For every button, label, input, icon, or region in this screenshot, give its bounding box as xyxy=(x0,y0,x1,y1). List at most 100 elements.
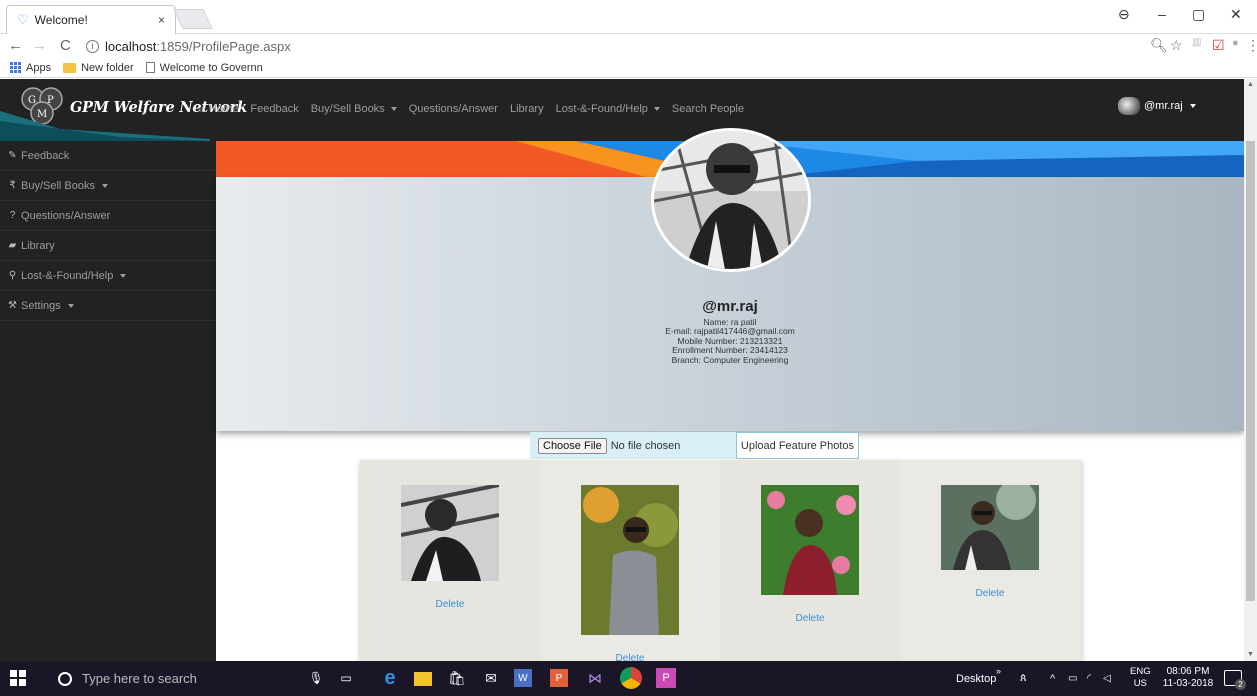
sidebar-item-feedback[interactable]: ✎ Feedback xyxy=(0,141,216,171)
back-icon[interactable]: ← xyxy=(8,37,23,54)
page-scrollbar[interactable]: ▲ ▼ xyxy=(1244,79,1257,661)
gallery-photo xyxy=(581,485,679,635)
nav-library[interactable]: Library xyxy=(510,103,544,115)
maximize-icon[interactable]: ▢ xyxy=(1192,6,1205,23)
address-bar-row: ← → C i localhost:1859/ProfilePage.aspx xyxy=(0,34,1257,58)
chrome-icon[interactable] xyxy=(620,667,642,689)
extension-icon[interactable]: ▥ xyxy=(1192,37,1201,48)
gallery-photo xyxy=(761,485,859,595)
question-icon: ? xyxy=(9,210,16,221)
caret-down-icon xyxy=(101,183,108,188)
heart-favicon-icon: ♡ xyxy=(17,12,29,27)
info-icon[interactable]: i xyxy=(86,39,99,53)
profile-photo xyxy=(654,131,808,269)
upload-feature-photos-button[interactable]: Upload Feature Photos xyxy=(736,432,859,459)
nav-questions-answer[interactable]: Questions/Answer xyxy=(409,103,498,115)
user-avatar xyxy=(1118,97,1140,115)
bookmark-new-folder[interactable]: New folder xyxy=(63,62,134,74)
sidebar: ✎ Feedback ₹ Buy/Sell Books ? Questions/Ans… xyxy=(0,141,216,661)
caret-down-icon xyxy=(653,107,660,111)
gallery-item: Delete xyxy=(540,460,720,664)
nav-buy-sell-books[interactable]: Buy/Sell Books xyxy=(311,103,397,115)
clock[interactable]: 08:06 PM 11-03-2018 xyxy=(1160,666,1216,690)
close-window-icon[interactable]: ✕ xyxy=(1230,6,1242,23)
new-tab-button[interactable] xyxy=(173,9,213,29)
task-view-icon[interactable]: ▭ xyxy=(336,668,356,688)
profile-icon[interactable]: ⊖ xyxy=(1118,6,1130,23)
taskbar-search[interactable]: Type here to search xyxy=(38,661,298,696)
gallery-item: Delete xyxy=(720,460,900,661)
page-icon xyxy=(145,62,155,73)
powerpoint-icon[interactable]: P xyxy=(550,669,568,687)
people-icon[interactable]: ጰ xyxy=(1020,661,1027,696)
pocket-icon[interactable]: ☑ xyxy=(1212,37,1225,54)
sidebar-item-questions-answer[interactable]: ? Questions/Answer xyxy=(0,201,216,231)
url-input[interactable]: i localhost:1859/ProfilePage.aspx xyxy=(86,36,1166,56)
bookmark-apps[interactable]: Apps xyxy=(10,62,51,74)
choose-file-button[interactable]: Choose File xyxy=(538,437,607,454)
tab-close-icon[interactable]: × xyxy=(158,13,165,27)
svg-text:G: G xyxy=(28,95,36,106)
edge-icon[interactable]: e xyxy=(380,667,400,689)
language-indicator[interactable]: ENG US xyxy=(1130,666,1151,690)
file-input[interactable]: Choose File No file chosen xyxy=(530,432,736,459)
extension-icon-2[interactable]: ● xyxy=(1232,37,1239,49)
svg-text:P: P xyxy=(47,95,54,106)
sidebar-item-lost-found[interactable]: ⚲ Lost-&-Found/Help xyxy=(0,261,216,291)
scroll-down-icon[interactable]: ▼ xyxy=(1247,651,1254,658)
profile-username: @mr.raj xyxy=(702,298,758,315)
sidebar-item-buy-sell-books[interactable]: ₹ Buy/Sell Books xyxy=(0,171,216,201)
user-menu[interactable]: @mr.raj xyxy=(1118,97,1196,115)
sidebar-item-library[interactable]: ▰ Library xyxy=(0,231,216,261)
menu-icon[interactable]: ⋮ xyxy=(1246,37,1257,54)
photo-gallery: Delete Delete Delete Delete xyxy=(360,460,1082,664)
gallery-item: Delete xyxy=(900,460,1080,661)
url-host: localhost xyxy=(105,38,157,54)
url-path: :1859/ProfilePage.aspx xyxy=(156,38,291,54)
wrench-icon: ⚒ xyxy=(8,300,17,311)
scroll-thumb[interactable] xyxy=(1246,141,1255,601)
forward-icon[interactable]: → xyxy=(32,37,47,54)
minimize-icon[interactable]: – xyxy=(1158,6,1166,22)
clock-date: 11-03-2018 xyxy=(1162,678,1214,689)
chevron-up-icon[interactable]: ^ xyxy=(1050,661,1055,696)
paint-icon[interactable]: P xyxy=(656,668,676,688)
desktop-toolbar[interactable]: Desktop xyxy=(956,661,996,696)
delete-link[interactable]: Delete xyxy=(900,588,1080,599)
map-marker-icon: ⚲ xyxy=(8,270,17,281)
volume-icon[interactable]: ◁ xyxy=(1103,661,1111,696)
chevron-right-icon[interactable]: » xyxy=(996,653,1001,688)
bookmarks-bar: Apps New folder Welcome to Governn xyxy=(0,58,1257,78)
zoom-icon[interactable]: 🔍︎ xyxy=(1150,37,1168,54)
microphone-icon[interactable]: 🎙︎ xyxy=(306,668,326,688)
wifi-icon[interactable]: ◜ xyxy=(1087,661,1091,696)
reload-icon[interactable]: C xyxy=(60,37,71,54)
battery-icon[interactable]: ▭ xyxy=(1068,661,1077,696)
delete-link[interactable]: Delete xyxy=(360,599,540,610)
notification-badge: 2 xyxy=(1235,679,1246,690)
gallery-item: Delete xyxy=(360,460,540,661)
gallery-photo xyxy=(401,485,499,581)
nav-feedback[interactable]: Feedback xyxy=(250,103,298,115)
store-icon[interactable]: 🛍︎ xyxy=(447,668,467,688)
word-icon[interactable]: W xyxy=(514,669,532,687)
navbar-accent-decoration xyxy=(0,111,210,141)
bookmark-welcome[interactable]: Welcome to Governn xyxy=(145,62,263,74)
scroll-up-icon[interactable]: ▲ xyxy=(1247,81,1254,88)
caret-down-icon xyxy=(120,273,127,278)
notification-icon[interactable]: 2 xyxy=(1224,670,1246,690)
sidebar-item-settings[interactable]: ⚒ Settings xyxy=(0,291,216,321)
file-explorer-icon[interactable] xyxy=(414,672,432,686)
nav-lost-found[interactable]: Lost-&-Found/Help xyxy=(556,103,660,115)
nav-search-people[interactable]: Search People xyxy=(672,103,744,115)
windows-start-icon[interactable] xyxy=(10,670,26,686)
delete-link[interactable]: Delete xyxy=(720,613,900,624)
caret-down-icon xyxy=(67,303,74,308)
mail-icon[interactable]: ✉ xyxy=(481,668,501,688)
visual-studio-icon[interactable]: ⋈ xyxy=(585,668,605,688)
browser-tabstrip: ♡ Welcome! × ⊖ – ▢ ✕ xyxy=(0,0,1257,34)
star-icon[interactable]: ☆ xyxy=(1170,37,1183,54)
cortana-icon xyxy=(58,671,72,686)
profile-details: Name: ra patil E-mail: rajpatil417446@gm… xyxy=(216,317,1244,365)
browser-tab[interactable]: ♡ Welcome! × xyxy=(6,5,176,34)
